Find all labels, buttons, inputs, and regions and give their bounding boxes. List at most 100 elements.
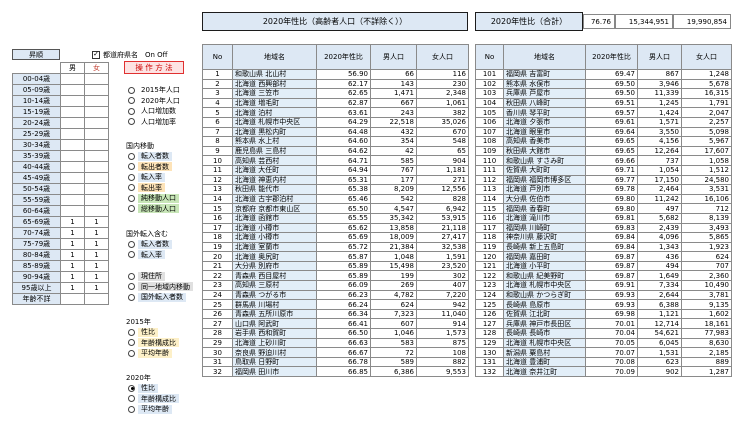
table-row[interactable]: 17 北海道 小樽市 65.62 13,858 21,118	[202, 222, 469, 234]
table-row[interactable]: 28 岩手県 西和賀町 66.50 1,046 1,573	[202, 328, 469, 339]
table-row[interactable]: 113 北海道 芦別市 69.78 2,464 3,531	[475, 184, 732, 195]
table-row[interactable]: 12 北海道 神恵内村 65.31 177 271	[202, 174, 469, 186]
age-male-flag[interactable]: 1	[60, 227, 85, 239]
howto-button[interactable]: 操 作 方 法	[124, 61, 184, 74]
radio-icon[interactable]	[128, 349, 135, 357]
pref-toggle[interactable]: ✓ 都道府県名 On Off	[92, 49, 168, 60]
table-row[interactable]: 122 和歌山県 紀美野町 69.87 1,649 2,360	[475, 270, 732, 282]
radio-icon[interactable]	[128, 86, 135, 94]
age-female-flag[interactable]: 1	[84, 238, 109, 250]
radio-option[interactable]: 人口増加数	[128, 106, 200, 117]
radio-option[interactable]: 純移動人口	[128, 193, 200, 204]
table-row[interactable]: 2 北海道 西興部村 62.17 143 230	[202, 78, 469, 90]
table-row[interactable]: 120 福岡県 嘉田町 69.87 436 624	[475, 251, 732, 262]
table-row[interactable]: 106 北海道 夕張市 69.61 1,571 2,257	[475, 116, 732, 128]
column-header[interactable]: 2020年性比	[316, 44, 371, 70]
table-row[interactable]: 101 福岡県 吉富町 69.47 867 1,248	[475, 69, 732, 80]
table-row[interactable]: 3 北海道 三笠市 62.65 1,471 2,348	[202, 88, 469, 99]
age-label[interactable]: 年齢不詳	[12, 293, 61, 305]
age-female-flag[interactable]	[84, 150, 109, 162]
age-label[interactable]: 35-39歳	[12, 150, 61, 162]
table-row[interactable]: 18 北海道 小樽市 65.69 18,009 27,417	[202, 232, 469, 243]
age-female-flag[interactable]	[84, 194, 109, 206]
table-row[interactable]: 26 青森県 五所川原市 66.34 7,323 11,040	[202, 308, 469, 320]
radio-icon[interactable]	[128, 107, 135, 115]
table-row[interactable]: 118 神奈川県 藤沢町 69.84 4,096 5,865	[475, 232, 732, 243]
age-female-flag[interactable]: 1	[84, 282, 109, 294]
age-female-flag[interactable]: 1	[84, 249, 109, 261]
age-label[interactable]: 10-14歳	[12, 95, 61, 107]
radio-icon[interactable]	[128, 272, 135, 280]
radio-option[interactable]: 性比	[128, 383, 200, 394]
table-row[interactable]: 107 北海道 眼里市 69.64 3,550 5,098	[475, 126, 732, 138]
radio-icon[interactable]	[128, 184, 135, 192]
age-label[interactable]: 55-59歳	[12, 194, 61, 206]
table-row[interactable]: 16 北海道 函館市 65.55 35,342 53,915	[202, 212, 469, 224]
table-row[interactable]: 108 高知県 香美市 69.65 4,156 5,967	[475, 136, 732, 147]
age-male-flag[interactable]	[60, 161, 85, 173]
age-label[interactable]: 15-19歳	[12, 106, 61, 118]
age-label[interactable]: 60-64歳	[12, 205, 61, 217]
age-label[interactable]: 25-29歳	[12, 128, 61, 140]
table-row[interactable]: 111 佐賀県 大町町 69.71 1,054 1,512	[475, 164, 732, 176]
age-male-flag[interactable]	[60, 183, 85, 195]
table-row[interactable]: 9 鹿児島県 三島村 64.62 42 65	[202, 145, 469, 157]
age-male-flag[interactable]: 1	[60, 249, 85, 261]
age-male-flag[interactable]	[60, 172, 85, 184]
age-label[interactable]: 05-09歳	[12, 84, 61, 96]
age-label[interactable]: 45-49歳	[12, 172, 61, 184]
table-row[interactable]: 102 熊本県 水俣市 69.50 3,946 5,678	[475, 78, 732, 90]
age-label[interactable]: 00-04歳	[12, 73, 61, 85]
radio-option[interactable]: 国外転入者数	[128, 292, 200, 303]
radio-icon[interactable]	[128, 163, 135, 171]
sort-order-button[interactable]: 昇順	[12, 49, 60, 60]
age-male-flag[interactable]	[60, 293, 85, 305]
table-row[interactable]: 32 福岡県 田川市 66.85 6,386 9,553	[202, 366, 469, 377]
age-male-flag[interactable]	[60, 194, 85, 206]
age-female-flag[interactable]	[84, 128, 109, 140]
radio-option[interactable]: 人口増加率	[128, 117, 200, 128]
age-label[interactable]: 50-54歳	[12, 183, 61, 195]
table-row[interactable]: 6 北海道 札幌市中央区 64.29 22,518 35,026	[202, 116, 469, 128]
radio-icon[interactable]	[128, 240, 135, 248]
age-label[interactable]: 80-84歳	[12, 249, 61, 261]
radio-option[interactable]: 転入者数	[128, 239, 200, 250]
radio-icon[interactable]	[128, 293, 135, 301]
table-row[interactable]: 109 秋田県 大館市 69.65 12,264 17,607	[475, 145, 732, 157]
radio-option[interactable]: 現住所	[128, 271, 200, 282]
radio-option[interactable]: 同一地域内移動	[128, 282, 200, 293]
age-male-flag[interactable]	[60, 139, 85, 151]
radio-option[interactable]: 総移動人口	[128, 204, 200, 215]
checkbox-icon[interactable]: ✓	[92, 50, 100, 59]
table-row[interactable]: 30 奈良県 野迫川村 66.67 72 108	[202, 347, 469, 358]
age-female-flag[interactable]	[84, 205, 109, 217]
radio-icon[interactable]	[128, 251, 135, 259]
radio-icon[interactable]	[128, 194, 135, 202]
table-row[interactable]: 104 秋田県 八峰町 69.51 1,245 1,791	[475, 97, 732, 109]
table-row[interactable]: 15 京都府 京都市東山区 65.50 4,547 6,942	[202, 203, 469, 214]
table-row[interactable]: 20 北海道 奥尻町 65.87 1,048 1,591	[202, 251, 469, 262]
table-row[interactable]: 126 佐賀県 江北町 69.98 1,121 1,602	[475, 308, 732, 320]
age-male-flag[interactable]: 1	[60, 238, 85, 250]
age-female-flag[interactable]	[84, 183, 109, 195]
table-row[interactable]: 112 福岡県 福岡市博多区 69.77 17,150 24,580	[475, 174, 732, 186]
radio-option[interactable]: 2020年人口	[128, 96, 200, 107]
table-row[interactable]: 119 長崎県 新上五島町 69.84 1,343 1,923	[475, 241, 732, 253]
radio-option[interactable]: 転入者数	[128, 151, 200, 162]
age-male-flag[interactable]	[60, 84, 85, 96]
table-row[interactable]: 5 北海道 泊村 63.61 243 382	[202, 107, 469, 118]
radio-icon[interactable]	[128, 339, 135, 347]
table-row[interactable]: 4 北海道 増毛町 62.87 667 1,061	[202, 97, 469, 109]
age-male-flag[interactable]	[60, 73, 85, 85]
table-row[interactable]: 27 山口県 阿武町 66.41 607 914	[202, 318, 469, 330]
age-label[interactable]: 85-89歳	[12, 260, 61, 272]
radio-icon[interactable]	[128, 152, 135, 160]
radio-option[interactable]: 転出者数	[128, 162, 200, 173]
table-row[interactable]: 123 北海道 札幌市中央区 69.91 7,334 10,490	[475, 280, 732, 291]
column-header[interactable]: 女人口	[416, 44, 469, 70]
radio-option[interactable]: 転出率	[128, 183, 200, 194]
table-row[interactable]: 124 和歌山県 かつらぎ町 69.93 2,644 3,781	[475, 289, 732, 301]
radio-icon[interactable]	[128, 97, 135, 105]
table-row[interactable]: 29 北海道 上砂川町 66.63 583 875	[202, 337, 469, 349]
table-row[interactable]: 116 北海道 滝川市 69.81 5,682 8,139	[475, 212, 732, 224]
